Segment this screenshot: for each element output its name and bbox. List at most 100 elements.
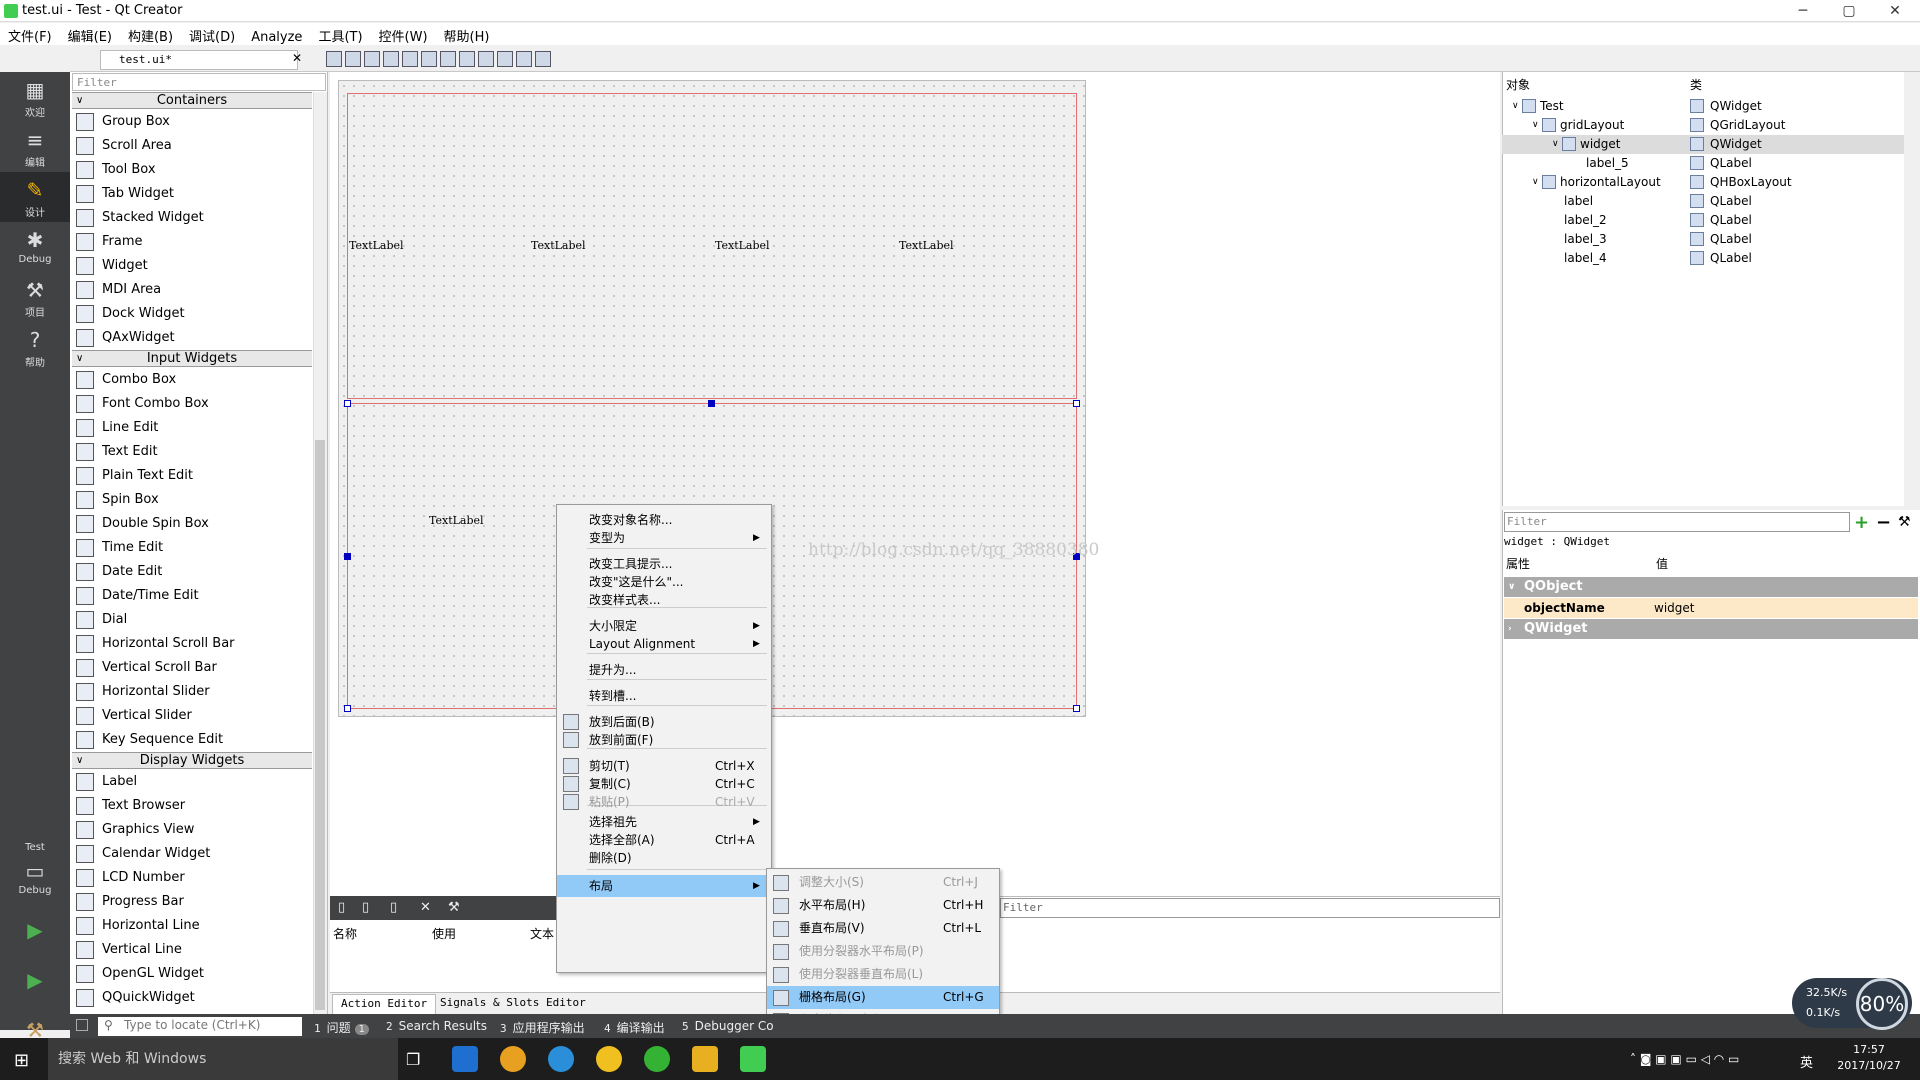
column-name[interactable]: 名称 <box>333 925 357 942</box>
windows-start-icon[interactable]: ⊞ <box>14 1050 29 1071</box>
file-explorer-icon[interactable] <box>692 1046 718 1072</box>
object-tree-row[interactable]: label QLabel <box>1502 192 1906 211</box>
widget-category[interactable]: ∨ Display Widgets <box>72 752 312 769</box>
form-label[interactable]: TextLabel <box>531 239 586 252</box>
form-label[interactable]: TextLabel <box>899 239 954 252</box>
debug-run-button[interactable]: ▶ <box>0 962 70 1012</box>
form-label[interactable]: TextLabel <box>715 239 770 252</box>
property-row[interactable]: objectName widget <box>1504 598 1918 618</box>
run-button[interactable]: ▶ <box>0 912 70 962</box>
widget-item[interactable]: Double Spin Box <box>76 512 312 536</box>
locator-input[interactable]: Type to locate (Ctrl+K) <box>98 1017 302 1036</box>
widget-item[interactable]: Spin Box <box>76 488 312 512</box>
column-used[interactable]: 使用 <box>432 925 456 942</box>
widget-item[interactable]: Progress Bar <box>76 890 312 914</box>
widget-item[interactable]: Vertical Scroll Bar <box>76 656 312 680</box>
media-icon[interactable] <box>596 1046 622 1072</box>
taskbar-search[interactable]: 搜索 Web 和 Windows <box>48 1038 398 1080</box>
mode-wrench[interactable]: ⚒ 项目 <box>0 272 70 322</box>
object-tree-row[interactable]: ∨ widget QWidget <box>1502 135 1906 154</box>
column-value[interactable]: 值 <box>1656 555 1668 572</box>
widget-item[interactable]: Date Edit <box>76 560 312 584</box>
widget-item[interactable]: Horizontal Scroll Bar <box>76 632 312 656</box>
layout-tool-icon[interactable] <box>402 51 418 67</box>
output-pane-tab[interactable]: 5 Debugger Co <box>682 1019 774 1033</box>
section-qobject[interactable]: ∨ QObject <box>1504 577 1918 597</box>
widget-item[interactable]: Tool Box <box>76 158 312 182</box>
toggle-sidebar-icon[interactable] <box>76 1019 88 1031</box>
widget-item[interactable]: Dial <box>76 608 312 632</box>
object-tree-row[interactable]: label_5 QLabel <box>1502 154 1906 173</box>
browser-icon[interactable] <box>548 1046 574 1072</box>
layout-menu-item[interactable]: 栅格布局(G) Ctrl+G <box>767 986 999 1009</box>
context-menu-item[interactable]: 放到前面(F) <box>557 729 771 751</box>
menu-item[interactable]: 帮助(H) <box>436 23 498 45</box>
object-inspector-scrollbar[interactable] <box>1904 72 1920 506</box>
mode-document[interactable]: ≡ 编辑 <box>0 122 70 172</box>
widget-item[interactable]: Tab Widget <box>76 182 312 206</box>
paste-action-icon[interactable]: ▯ <box>390 900 397 915</box>
widget-filter-input[interactable]: Filter <box>72 73 326 91</box>
widget-item[interactable]: Widget <box>76 254 312 278</box>
widget-box-scroll-thumb[interactable] <box>315 440 325 1010</box>
widget-item[interactable]: Graphics View <box>76 818 312 842</box>
maximize-button[interactable]: ▢ <box>1826 0 1872 22</box>
context-menu-item[interactable]: Layout Alignment ▶ <box>557 633 771 655</box>
column-class[interactable]: 类 <box>1690 76 1702 93</box>
widget-item[interactable]: Time Edit <box>76 536 312 560</box>
store-icon[interactable] <box>452 1046 478 1072</box>
qt-creator-icon[interactable] <box>740 1046 766 1072</box>
chrome-icon[interactable] <box>500 1046 526 1072</box>
context-menu-item[interactable]: 布局 ▶ <box>557 875 771 897</box>
widget-item[interactable]: Dock Widget <box>76 302 312 326</box>
output-pane-tab[interactable]: 3 应用程序输出 <box>500 1019 585 1036</box>
object-tree-row[interactable]: label_4 QLabel <box>1502 249 1906 268</box>
form-label[interactable]: TextLabel <box>349 239 404 252</box>
object-tree-row[interactable]: ∨ horizontalLayout QHBoxLayout <box>1502 173 1906 192</box>
widget-item[interactable]: Font Combo Box <box>76 392 312 416</box>
widget-category[interactable]: ∨ Containers <box>72 92 312 109</box>
tab-action-editor[interactable]: Action Editor <box>332 994 437 1014</box>
layout-menu-item[interactable]: 水平布局(H) Ctrl+H <box>767 894 999 917</box>
mode-pencil[interactable]: ✎ 设计 <box>0 172 70 222</box>
widget-item[interactable]: Text Browser <box>76 794 312 818</box>
mode-help[interactable]: ? 帮助 <box>0 322 70 372</box>
menu-item[interactable]: 编辑(E) <box>60 23 120 45</box>
tab-signals-slots[interactable]: Signals & Slots Editor <box>432 994 594 1014</box>
copy-action-icon[interactable]: ▯ <box>362 900 369 915</box>
layout-tool-icon[interactable] <box>421 51 437 67</box>
widget-item[interactable]: Line Edit <box>76 416 312 440</box>
widget-item[interactable]: Text Edit <box>76 440 312 464</box>
context-menu-item[interactable]: 提升为... <box>557 659 771 681</box>
widget-item[interactable]: QQuickWidget <box>76 986 312 1010</box>
minimize-button[interactable]: ─ <box>1780 0 1826 22</box>
tray-icons[interactable]: ˄ ◙ ▣ ▣ ▭ ◁ ◠ ▭ <box>1630 1052 1739 1066</box>
wechat-icon[interactable] <box>644 1046 670 1072</box>
menu-item[interactable]: 工具(T) <box>310 23 370 45</box>
widget-item[interactable]: Group Box <box>76 110 312 134</box>
close-button[interactable]: ✕ <box>1872 0 1918 22</box>
configure-icon[interactable]: ⚒ <box>448 900 460 915</box>
widget-item[interactable]: MDI Area <box>76 278 312 302</box>
memory-usage-badge[interactable]: 80% <box>1856 978 1908 1030</box>
object-tree-row[interactable]: label_3 QLabel <box>1502 230 1906 249</box>
add-property-icon[interactable]: + <box>1854 512 1869 533</box>
kit-selector[interactable]: Test ▭ Debug <box>0 838 70 908</box>
widget-item[interactable]: Calendar Widget <box>76 842 312 866</box>
column-property[interactable]: 属性 <box>1506 555 1530 572</box>
object-tree-row[interactable]: ∨ Test QWidget <box>1502 97 1906 116</box>
object-tree-row[interactable]: ∨ gridLayout QGridLayout <box>1502 116 1906 135</box>
layout-tool-icon[interactable] <box>535 51 551 67</box>
delete-action-icon[interactable]: ✕ <box>420 900 431 915</box>
widget-item[interactable]: Combo Box <box>76 368 312 392</box>
menu-item[interactable]: 文件(F) <box>0 23 60 45</box>
layout-tool-icon[interactable] <box>497 51 513 67</box>
column-text[interactable]: 文本 <box>530 925 554 942</box>
context-menu-item[interactable]: 删除(D) <box>557 847 771 869</box>
remove-property-icon[interactable]: − <box>1876 512 1891 533</box>
menu-item[interactable]: 控件(W) <box>371 23 436 45</box>
resize-handle[interactable] <box>344 400 351 407</box>
layout-tool-icon[interactable] <box>383 51 399 67</box>
layout-menu-item[interactable]: 垂直布局(V) Ctrl+L <box>767 917 999 940</box>
widget-item[interactable]: Frame <box>76 230 312 254</box>
